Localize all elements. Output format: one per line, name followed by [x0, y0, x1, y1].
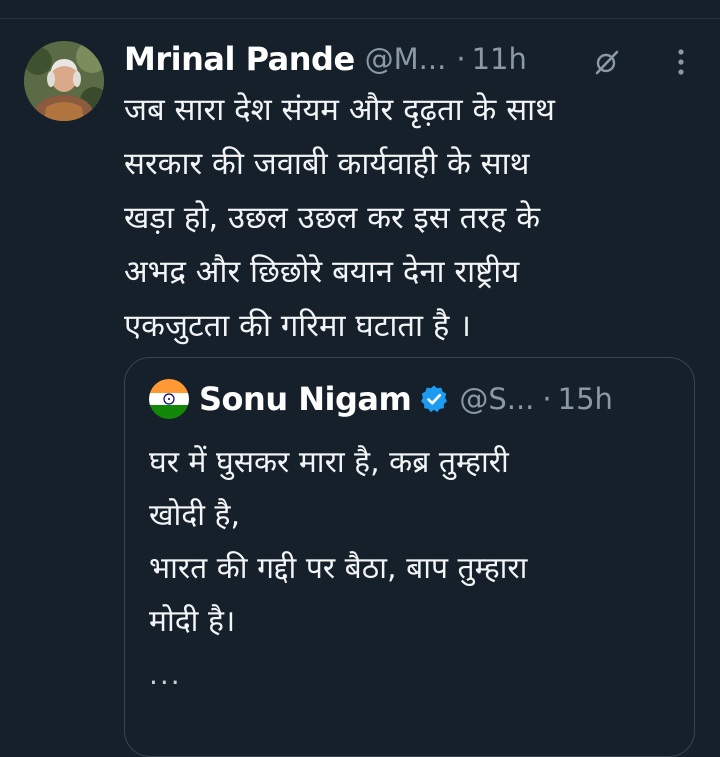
grok-icon[interactable] — [592, 47, 622, 77]
quoted-author-handle[interactable]: @S... — [459, 382, 534, 416]
quoted-tweet[interactable]: Sonu Nigam @S... · 15h घर में घुसकर मारा… — [124, 357, 695, 757]
tweet-card[interactable]: Mrinal Pande @M... · 11h जब सारा देश संय… — [0, 19, 720, 757]
author-handle[interactable]: @M... — [365, 42, 447, 76]
quoted-separator-dot: · — [542, 382, 552, 416]
quoted-tweet-header: Sonu Nigam @S... · 15h — [149, 376, 679, 422]
author-avatar[interactable] — [24, 41, 104, 121]
separator-dot: · — [456, 42, 466, 76]
tweet-timestamp[interactable]: 11h — [472, 42, 527, 76]
tweet-text: जब सारा देश संयम और दृढ़ता के साथ सरकार … — [124, 92, 555, 344]
more-options-icon[interactable] — [674, 45, 688, 79]
india-flag-avatar[interactable] — [149, 379, 189, 419]
quoted-tweet-text: घर में घुसकर मारा है, कब्र तुम्हारी खोदी… — [149, 445, 528, 639]
verified-badge-icon — [421, 385, 448, 413]
quoted-tweet-timestamp[interactable]: 15h — [558, 382, 613, 416]
author-name[interactable]: Mrinal Pande — [124, 40, 355, 78]
quoted-author-name[interactable]: Sonu Nigam — [199, 380, 412, 418]
quoted-tweet-truncation: ... — [149, 658, 182, 691]
